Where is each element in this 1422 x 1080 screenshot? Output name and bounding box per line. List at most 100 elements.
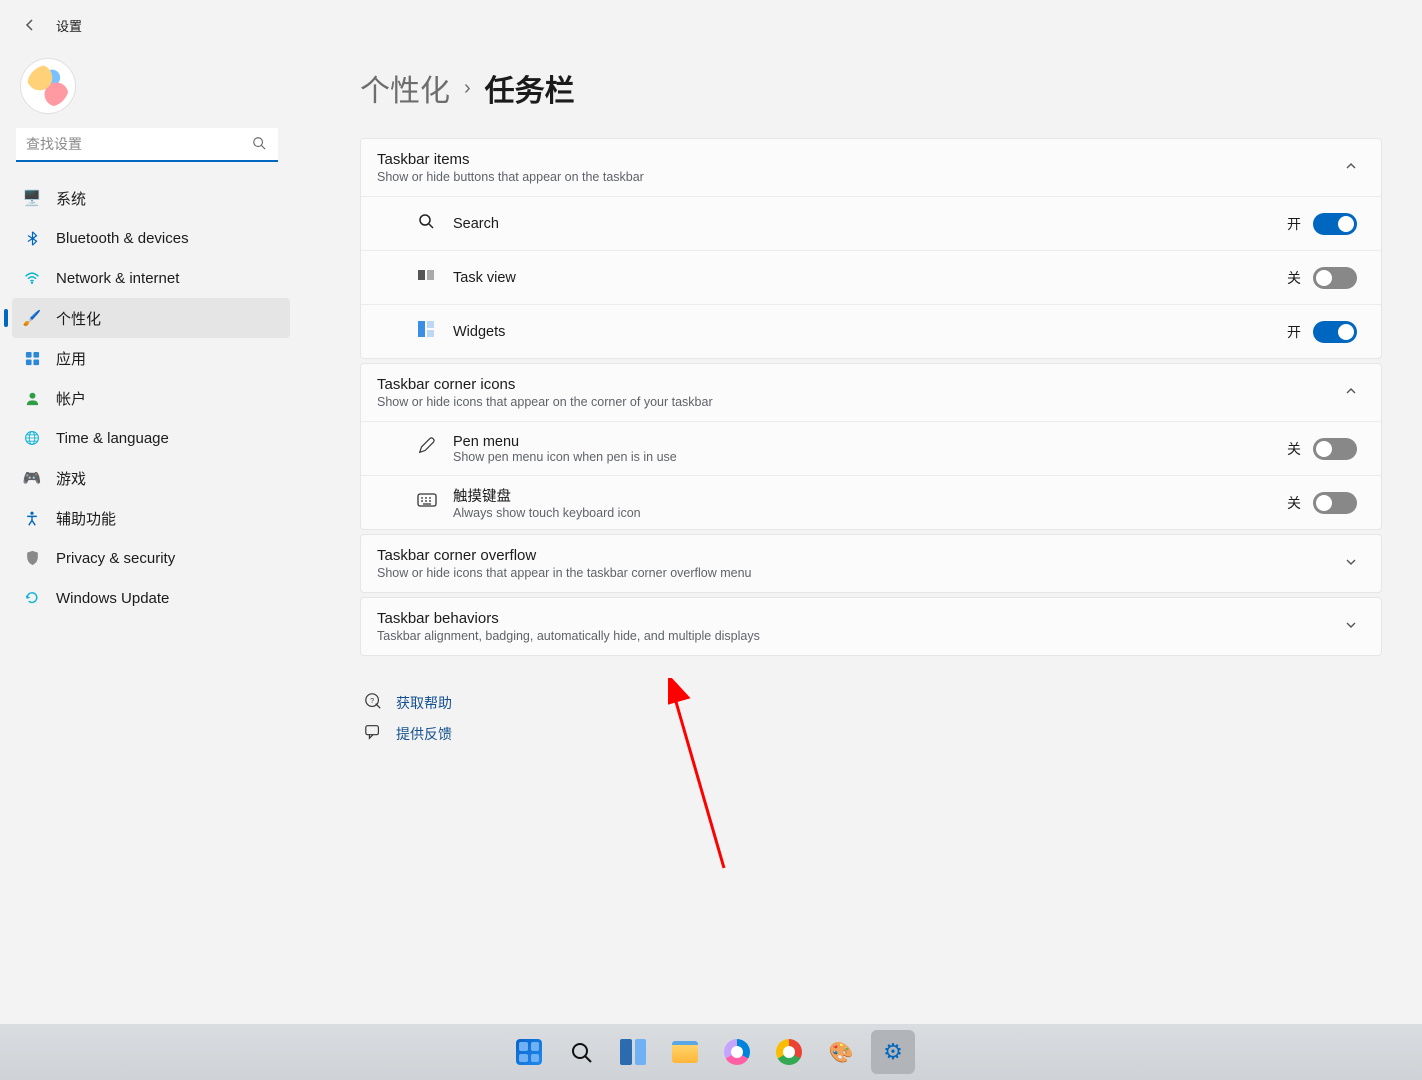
link-text: 获取帮助 [396, 693, 452, 713]
row-title: 触摸键盘 [453, 485, 641, 506]
section-corner-overflow[interactable]: Taskbar corner overflow Show or hide ico… [360, 534, 1382, 593]
sidebar-item-accounts[interactable]: 帐户 [12, 378, 290, 418]
search-input[interactable] [16, 128, 278, 162]
sidebar-item-bluetooth[interactable]: Bluetooth & devices [12, 218, 290, 258]
toggle-widgets[interactable] [1313, 321, 1357, 343]
section-corner-icons: Taskbar corner icons Show or hide icons … [360, 363, 1382, 530]
expander-taskbar-items[interactable]: Taskbar items Show or hide buttons that … [361, 139, 1381, 196]
widgets-icon [417, 321, 435, 342]
avatar[interactable] [20, 58, 76, 114]
feedback-icon [364, 723, 382, 744]
row-title: Pen menu [453, 434, 677, 450]
sidebar-item-label: 帐户 [56, 388, 86, 409]
row-title: Task view [453, 270, 516, 286]
svg-text:?: ? [370, 696, 374, 705]
sidebar-item-accessibility-icon [22, 510, 42, 526]
section-title: Taskbar items [377, 151, 644, 168]
sidebar-item-gaming[interactable]: 🎮 游戏 [12, 458, 290, 498]
taskbar-taskview[interactable] [611, 1030, 655, 1074]
taskbar-paint[interactable]: 🎨 [819, 1030, 863, 1074]
section-subtitle: Taskbar alignment, badging, automaticall… [377, 629, 760, 643]
sidebar-item-label: 游戏 [56, 468, 86, 489]
taskview-icon [417, 268, 435, 287]
sidebar-item-system[interactable]: 🖥️ 系统 [12, 178, 290, 218]
sidebar-item-label: Windows Update [56, 590, 169, 607]
link-text: 提供反馈 [396, 724, 452, 744]
window-title: 设置 [56, 16, 82, 35]
sidebar-item-time[interactable]: Time & language [12, 418, 290, 458]
sidebar-item-label: 应用 [56, 348, 86, 369]
keyboard-icon [417, 493, 435, 512]
row-title: Widgets [453, 324, 505, 340]
chevron-up-icon [1345, 160, 1357, 175]
toggle-state-label: 关 [1287, 439, 1301, 459]
pen-icon [417, 437, 435, 460]
toggle-taskview-row: Task view 关 [361, 250, 1381, 304]
section-subtitle: Show or hide icons that appear in the ta… [377, 566, 752, 580]
breadcrumb: 个性化 › 任务栏 [360, 66, 1382, 110]
section-title: Taskbar corner icons [377, 376, 713, 393]
sidebar-item-bluetooth-icon [22, 231, 42, 246]
sidebar-item-label: Bluetooth & devices [56, 230, 189, 247]
breadcrumb-parent[interactable]: 个性化 [360, 66, 450, 110]
toggle-widgets-row: Widgets 开 [361, 304, 1381, 358]
sidebar-item-label: 系统 [56, 188, 86, 209]
sidebar-item-apps[interactable]: 应用 [12, 338, 290, 378]
sidebar-item-personalization-icon: 🖌️ [22, 309, 42, 327]
toggle-state-label: 开 [1287, 322, 1301, 342]
toggle-touchkeyboard-row: 触摸键盘Always show touch keyboard icon 关 [361, 475, 1381, 529]
sidebar-item-label: 辅助功能 [56, 508, 116, 529]
sidebar-item-gaming-icon: 🎮 [22, 469, 42, 487]
toggle-state-label: 关 [1287, 268, 1301, 288]
sidebar-item-time-icon [22, 430, 42, 446]
section-title: Taskbar corner overflow [377, 547, 752, 564]
sidebar: 🖥️ 系统 Bluetooth & devices Network & interne… [0, 50, 300, 1024]
section-subtitle: Show or hide buttons that appear on the … [377, 170, 644, 184]
toggle-touchkeyboard[interactable] [1313, 492, 1357, 514]
section-taskbar-items: Taskbar items Show or hide buttons that … [360, 138, 1382, 359]
chevron-down-icon [1345, 619, 1357, 634]
toggle-pen-row: Pen menuShow pen menu icon when pen is i… [361, 421, 1381, 475]
chevron-right-icon: › [464, 77, 471, 100]
section-taskbar-behaviors[interactable]: Taskbar behaviors Taskbar alignment, bad… [360, 597, 1382, 656]
sidebar-item-label: 个性化 [56, 308, 101, 329]
sidebar-item-privacy[interactable]: Privacy & security [12, 538, 290, 578]
toggle-state-label: 关 [1287, 493, 1301, 513]
toggle-pen[interactable] [1313, 438, 1357, 460]
sidebar-item-apps-icon [22, 351, 42, 366]
chevron-down-icon [1345, 556, 1357, 571]
sidebar-item-personalization[interactable]: 🖌️ 个性化 [12, 298, 290, 338]
section-subtitle: Show or hide icons that appear on the co… [377, 395, 713, 409]
taskbar-search[interactable] [559, 1030, 603, 1074]
row-subtitle: Always show touch keyboard icon [453, 506, 641, 520]
sidebar-item-label: Privacy & security [56, 550, 175, 567]
row-subtitle: Show pen menu icon when pen is in use [453, 450, 677, 464]
taskbar-settings[interactable]: ⚙ [871, 1030, 915, 1074]
sidebar-item-update-icon [22, 590, 42, 606]
sidebar-item-privacy-icon [22, 550, 42, 566]
toggle-state-label: 开 [1287, 214, 1301, 234]
search-icon [417, 213, 435, 234]
sidebar-item-accessibility[interactable]: 辅助功能 [12, 498, 290, 538]
sidebar-item-network[interactable]: Network & internet [12, 258, 290, 298]
sidebar-item-accounts-icon [22, 391, 42, 406]
sidebar-item-label: Network & internet [56, 270, 179, 287]
sidebar-item-network-icon [22, 271, 42, 285]
taskbar-chrome-canary[interactable] [715, 1030, 759, 1074]
taskbar-chrome[interactable] [767, 1030, 811, 1074]
sidebar-item-system-icon: 🖥️ [22, 189, 42, 207]
taskbar-start[interactable] [507, 1030, 551, 1074]
toggle-taskview[interactable] [1313, 267, 1357, 289]
section-title: Taskbar behaviors [377, 610, 760, 627]
toggle-search[interactable] [1313, 213, 1357, 235]
expander-corner-icons[interactable]: Taskbar corner icons Show or hide icons … [361, 364, 1381, 421]
taskbar-explorer[interactable] [663, 1030, 707, 1074]
row-title: Search [453, 216, 499, 232]
get-help-link[interactable]: ? 获取帮助 [364, 692, 1382, 713]
give-feedback-link[interactable]: 提供反馈 [364, 723, 1382, 744]
chevron-up-icon [1345, 385, 1357, 400]
sidebar-item-update[interactable]: Windows Update [12, 578, 290, 618]
windows-taskbar: 🎨⚙ [0, 1024, 1422, 1080]
back-button[interactable] [16, 11, 44, 39]
page-title: 任务栏 [485, 66, 575, 110]
